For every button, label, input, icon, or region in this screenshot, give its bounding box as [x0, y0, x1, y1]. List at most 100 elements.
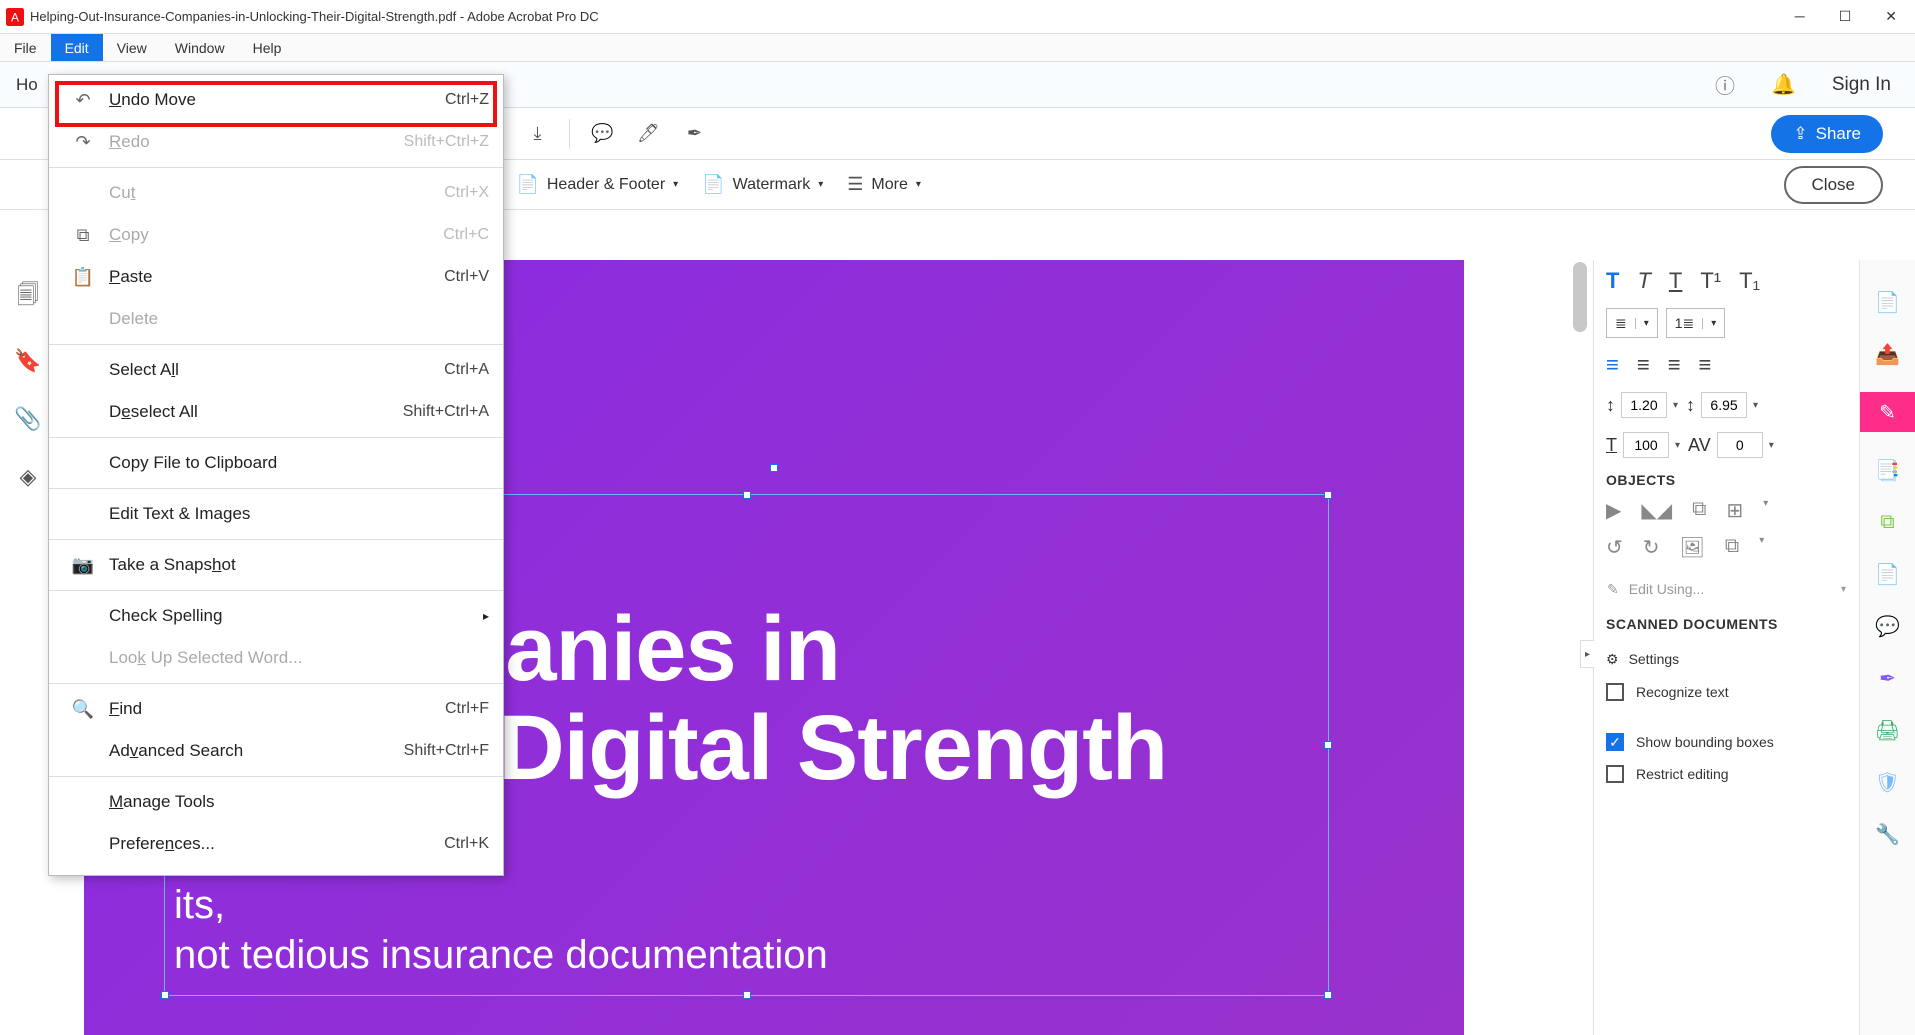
export-pdf-icon[interactable]: 📤 [1874, 340, 1902, 368]
advanced-search-menu-item[interactable]: Advanced SearchShift+Ctrl+F [49, 730, 503, 772]
paragraph-spacing-icon: ↕ [1686, 395, 1695, 416]
pencil-icon: ✎ [1607, 581, 1619, 598]
superscript-icon[interactable]: T¹ [1700, 268, 1721, 294]
menu-edit[interactable]: Edit [51, 34, 103, 61]
copy-file-clipboard-menu-item[interactable]: Copy File to Clipboard [49, 442, 503, 484]
fill-sign-icon[interactable]: ✒ [1874, 664, 1902, 692]
replace-image-icon[interactable]: 🖼 [1680, 535, 1705, 560]
send-comments-icon[interactable]: 📄 [1874, 560, 1902, 588]
window-controls: ─ ☐ ✕ [1795, 8, 1909, 25]
highlight-icon[interactable]: 🖊 [634, 120, 662, 148]
search-icon: 🔍 [69, 699, 97, 720]
paste-menu-item[interactable]: 📋PasteCtrl+V [49, 256, 503, 298]
selection-handle[interactable] [1324, 991, 1332, 999]
header-footer-button[interactable]: 📄Header & Footer▾ [516, 174, 678, 195]
font-size-field[interactable]: T▾ [1606, 432, 1680, 458]
titlebar: A Helping-Out-Insurance-Companies-in-Unl… [0, 0, 1915, 34]
notifications-icon[interactable]: 🔔 [1771, 72, 1796, 97]
more-tools-icon[interactable]: 🔧 [1874, 820, 1902, 848]
selection-handle[interactable] [743, 491, 751, 499]
check-spelling-menu-item[interactable]: Check Spelling▸ [49, 595, 503, 637]
minimize-button[interactable]: ─ [1795, 8, 1805, 25]
selection-handle[interactable] [1324, 491, 1332, 499]
recognize-text-checkbox[interactable]: Recognize text [1606, 676, 1847, 708]
edit-text-images-menu-item[interactable]: Edit Text & Images [49, 493, 503, 535]
font-size-icon: T [1606, 435, 1617, 456]
scroll-mode-icon[interactable]: ⤓ [523, 120, 551, 148]
selection-handle[interactable] [743, 991, 751, 999]
paste-icon: 📋 [69, 267, 97, 288]
show-bounding-boxes-checkbox[interactable]: ✓ Show bounding boxes [1606, 726, 1847, 758]
selection-handle[interactable] [770, 464, 778, 472]
menu-help[interactable]: Help [239, 34, 296, 61]
flip-h-icon[interactable]: ▶ [1606, 498, 1621, 523]
align-left-icon[interactable]: ≡ [1606, 352, 1619, 378]
flip-v-icon[interactable]: ◣◢ [1641, 498, 1672, 523]
preferences-menu-item[interactable]: Preferences...Ctrl+K [49, 823, 503, 865]
align-right-icon[interactable]: ≡ [1668, 352, 1681, 378]
more-button[interactable]: ☰More▾ [847, 174, 921, 195]
subscript-icon[interactable]: T₁ [1739, 268, 1760, 294]
align-tool-icon[interactable]: ⊞ [1726, 498, 1743, 523]
bold-icon[interactable]: T [1606, 268, 1619, 294]
undo-menu-item[interactable]: ↶ UUndo Movendo Move Ctrl+Z [49, 79, 503, 121]
copy-icon: ⧉ [69, 225, 97, 246]
manage-tools-menu-item[interactable]: Manage Tools [49, 781, 503, 823]
print-icon[interactable]: 🖨 [1874, 716, 1902, 744]
vertical-scrollbar[interactable] [1573, 262, 1587, 332]
close-edit-button[interactable]: Close [1784, 166, 1883, 204]
line-spacing-field[interactable]: ↕▾ [1606, 392, 1678, 418]
align-justify-icon[interactable]: ≡ [1699, 352, 1712, 378]
bookmark-icon[interactable]: 🔖 [14, 348, 41, 374]
organize-icon[interactable]: ⧉ [1874, 508, 1902, 536]
watermark-button[interactable]: 📄Watermark▾ [702, 174, 823, 195]
rotate-cw-icon[interactable]: ↻ [1643, 535, 1660, 560]
protect-icon[interactable]: 🛡 [1874, 768, 1902, 796]
deselect-all-menu-item[interactable]: Deselect AllShift+Ctrl+A [49, 391, 503, 433]
share-button[interactable]: ⇪ Share [1771, 115, 1883, 153]
selection-handle[interactable] [161, 991, 169, 999]
menu-view[interactable]: View [103, 34, 161, 61]
help-icon[interactable]: ⓘ [1715, 70, 1735, 99]
undo-icon: ↶ [69, 90, 97, 111]
paragraph-spacing-field[interactable]: ↕▾ [1686, 392, 1758, 418]
checkbox-icon [1606, 765, 1624, 783]
find-menu-item[interactable]: 🔍FindCtrl+F [49, 688, 503, 730]
layers-icon[interactable]: ◈ [20, 464, 37, 490]
close-window-button[interactable]: ✕ [1885, 8, 1897, 25]
comment-tool-icon[interactable]: 💬 [1874, 612, 1902, 640]
underline-icon[interactable]: T [1669, 268, 1682, 294]
edit-pdf-icon[interactable]: ✎ [1860, 392, 1915, 432]
camera-icon: 📷 [69, 555, 97, 576]
maximize-button[interactable]: ☐ [1839, 8, 1852, 25]
kerning-field[interactable]: AV▾ [1688, 432, 1774, 458]
number-list-select[interactable]: 1≣▾ [1666, 308, 1726, 338]
menu-window[interactable]: Window [161, 34, 239, 61]
attachments-icon[interactable]: 📎 [14, 406, 41, 432]
restrict-editing-checkbox[interactable]: Restrict editing [1606, 758, 1847, 790]
collapse-panel-icon[interactable]: ▸ [1580, 640, 1594, 668]
sign-in-button[interactable]: Sign In [1832, 74, 1891, 96]
arrange-icon[interactable]: ⧉ [1725, 535, 1739, 560]
home-tab[interactable]: Ho [0, 75, 54, 95]
select-all-menu-item[interactable]: Select AllCtrl+A [49, 349, 503, 391]
edit-using-dropdown[interactable]: ✎ Edit Using... ▾ [1606, 572, 1847, 606]
svg-text:A: A [11, 10, 19, 24]
crop-tool-icon[interactable]: ⧉ [1692, 498, 1706, 523]
rotate-ccw-icon[interactable]: ↺ [1606, 535, 1623, 560]
selection-handle[interactable] [1324, 741, 1332, 749]
comment-icon[interactable]: 💬 [588, 120, 616, 148]
scan-settings-button[interactable]: ⚙ Settings [1606, 642, 1847, 676]
right-rail: 📄 📤 ✎ 📑 ⧉ 📄 💬 ✒ 🖨 🛡 🔧 [1859, 260, 1915, 1035]
checkbox-checked-icon: ✓ [1606, 733, 1624, 751]
align-center-icon[interactable]: ≡ [1637, 352, 1650, 378]
menu-file[interactable]: File [0, 34, 51, 61]
sign-icon[interactable]: ✒ [680, 120, 708, 148]
scanned-heading: SCANNED DOCUMENTS [1606, 616, 1847, 632]
combine-icon[interactable]: 📑 [1874, 456, 1902, 484]
snapshot-menu-item[interactable]: 📷Take a Snapshot [49, 544, 503, 586]
italic-icon[interactable]: T [1637, 268, 1650, 294]
thumbnails-icon[interactable]: 🗐 [17, 278, 39, 316]
bullet-list-select[interactable]: ≣▾ [1606, 308, 1658, 338]
create-pdf-icon[interactable]: 📄 [1874, 288, 1902, 316]
